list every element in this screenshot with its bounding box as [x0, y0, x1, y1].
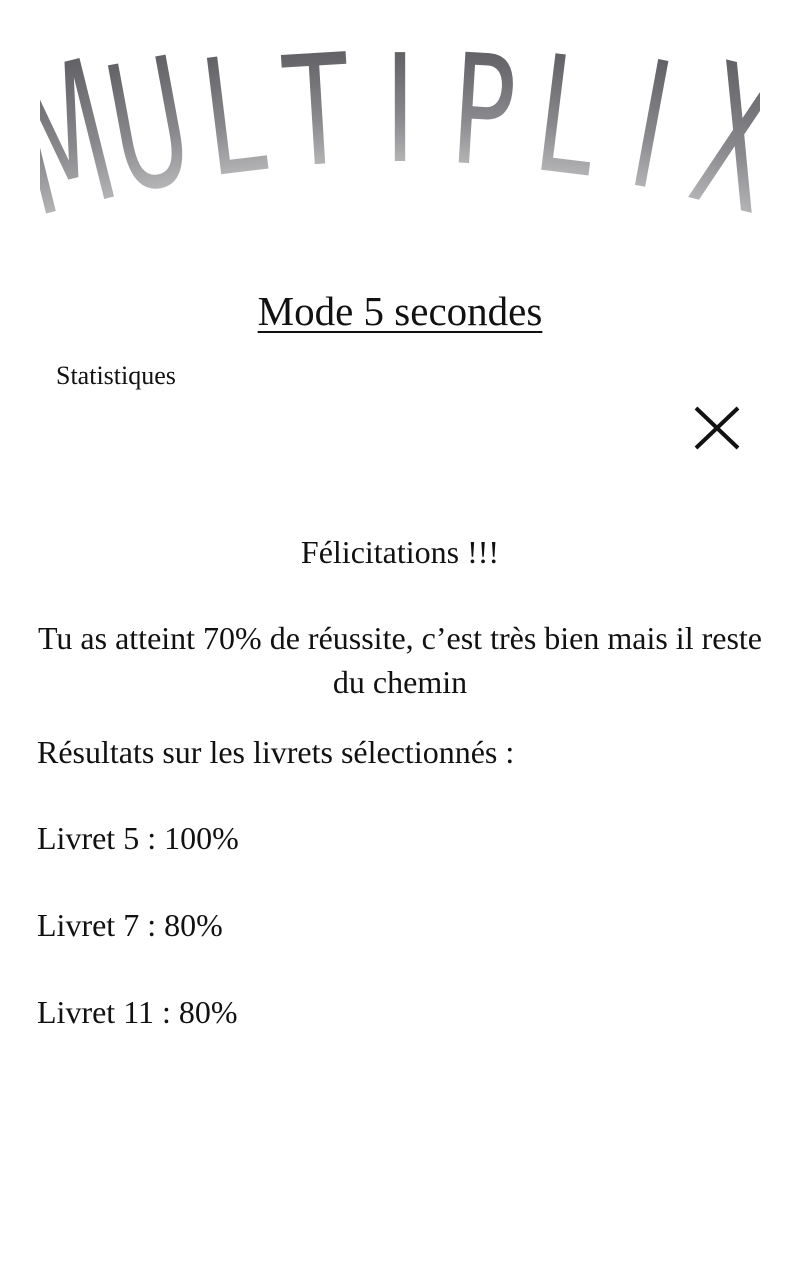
- congratulations-text: Félicitations !!!: [300, 534, 500, 570]
- statistics-link[interactable]: Statistiques: [56, 360, 176, 392]
- list-item: Livret 5 : 100%: [37, 820, 239, 856]
- logo-letter: X: [674, 30, 760, 230]
- close-icon: [694, 406, 740, 450]
- logo-letter: P: [446, 30, 520, 202]
- results-heading: Résultats sur les livrets sélectionnés :: [37, 734, 515, 770]
- logo-letter: I: [385, 30, 416, 197]
- page-title: Mode 5 secondes: [257, 288, 543, 334]
- logo-letter: T: [279, 30, 356, 202]
- list-item: Livret 7 : 80%: [37, 907, 223, 943]
- multiplix-logo: MUL T I P L IX: [40, 30, 760, 230]
- results-list: Livret 5 : 100% Livret 7 : 80% Livret 11…: [37, 816, 239, 1077]
- logo-letter: L: [526, 30, 607, 214]
- list-item: Livret 11 : 80%: [37, 994, 238, 1030]
- close-button[interactable]: [690, 404, 744, 454]
- success-message: Tu as atteint 70% de réussite, c’est trè…: [38, 620, 762, 700]
- logo-letter: I: [617, 30, 685, 230]
- logo-letter: L: [193, 30, 274, 214]
- logo-letters: MUL T I P L IX: [40, 30, 760, 230]
